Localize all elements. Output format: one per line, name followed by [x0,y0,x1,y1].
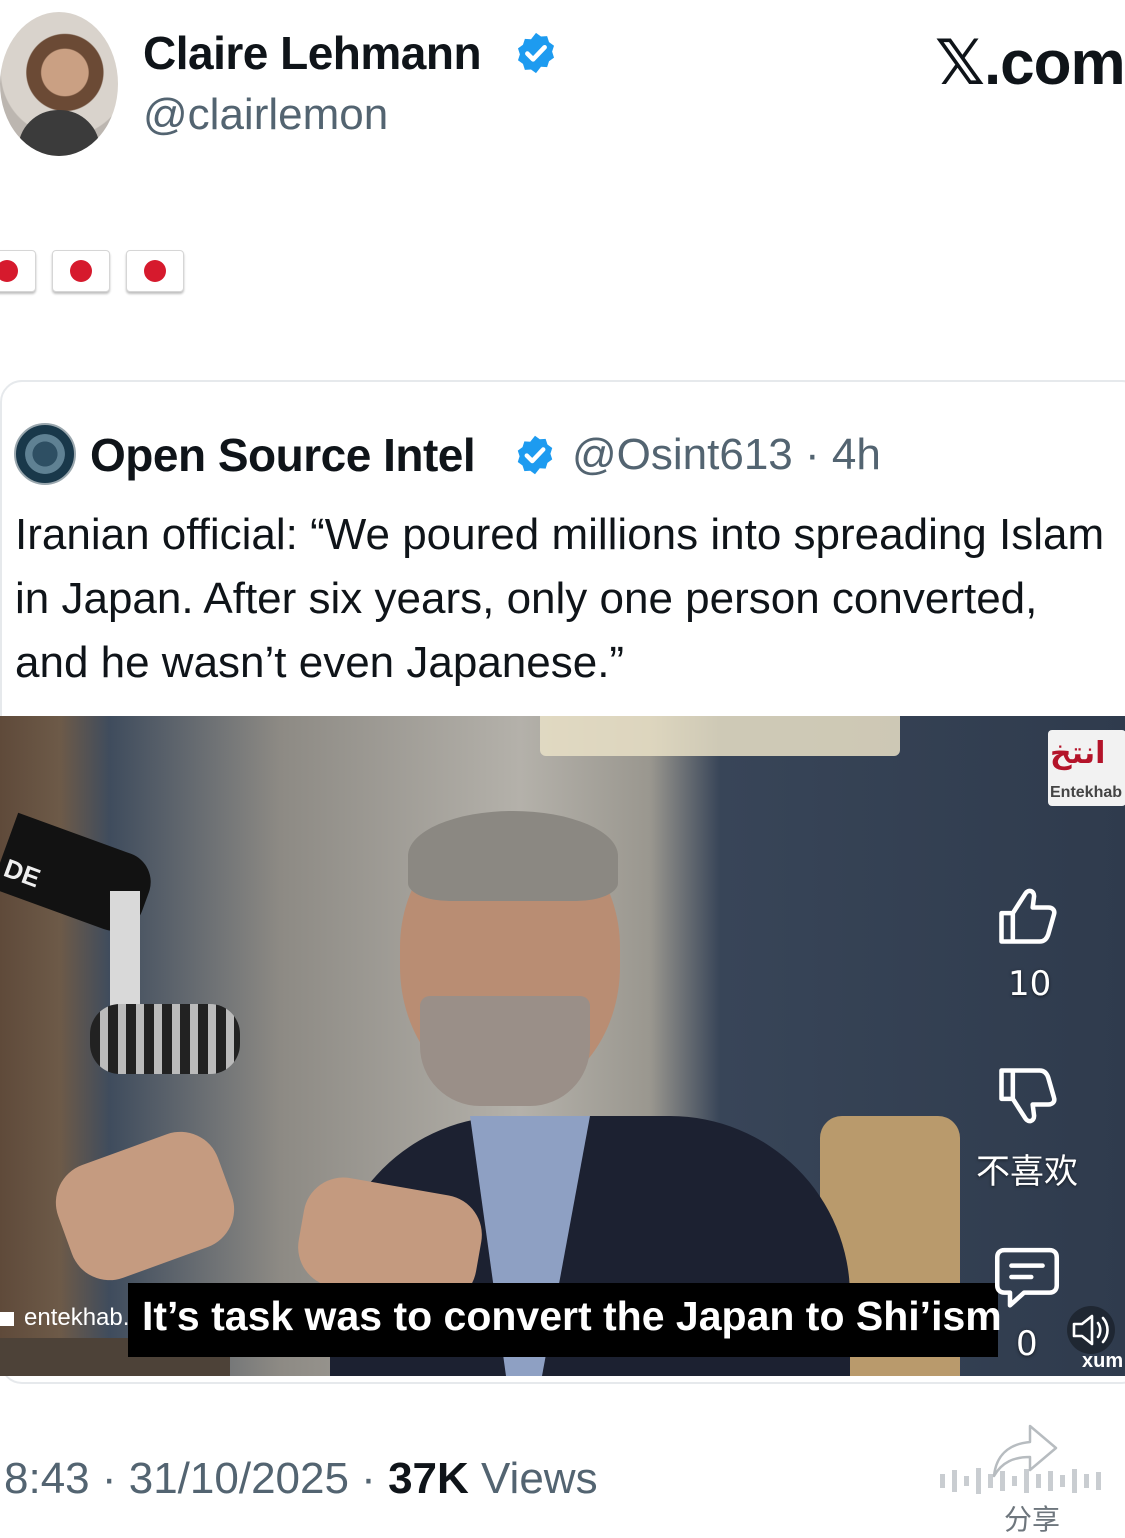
japan-flag-icon [126,250,184,292]
japan-flag-icon [0,250,36,292]
video-scene-microphone [90,1004,240,1074]
like-count: 10 [1008,964,1052,1004]
verified-badge-icon [517,32,555,74]
dislike-label: 不喜欢 [976,1152,1078,1192]
x-brand-logo: 𝕏.com [935,29,1125,98]
author-avatar[interactable] [0,12,118,156]
japan-flag-icon [52,250,110,292]
share-icon[interactable] [990,1420,1062,1482]
author-name[interactable]: Claire Lehmann [143,26,482,80]
video-player[interactable]: DE [0,716,1125,1376]
player-logo: xum [1082,1350,1124,1372]
post-timestamp-views: 8:43 · 31/10/2025 · 37K Views [4,1454,598,1503]
channel-watermark-text: Entekhab [1050,784,1123,801]
video-scene-hand [44,1120,246,1292]
video-scene-person-hair [408,811,618,901]
comment-icon[interactable] [993,1244,1061,1310]
share-label: 分享 [1004,1504,1061,1535]
comment-count: 0 [1016,1324,1038,1364]
verified-badge-icon [517,435,553,475]
video-scene-light [540,716,900,756]
volume-icon[interactable] [1060,1304,1122,1356]
video-source-label: entekhab.i [0,1304,135,1332]
like-icon[interactable] [993,880,1061,952]
quoted-post-text: Iranian official: “We poured millions in… [15,510,1105,687]
video-caption: It’s task was to convert the Japan to Sh… [142,1293,1002,1339]
channel-watermark-mark: انتخ [1050,737,1106,770]
dislike-icon[interactable] [993,1060,1061,1132]
video-scene-person-beard [420,996,590,1106]
quoted-author-name[interactable]: Open Source Intel [90,428,476,482]
author-handle[interactable]: @clairlemon [143,90,388,140]
quoted-post-meta[interactable]: @Osint613 · 4h [572,430,881,480]
quoted-author-avatar[interactable] [14,423,76,485]
